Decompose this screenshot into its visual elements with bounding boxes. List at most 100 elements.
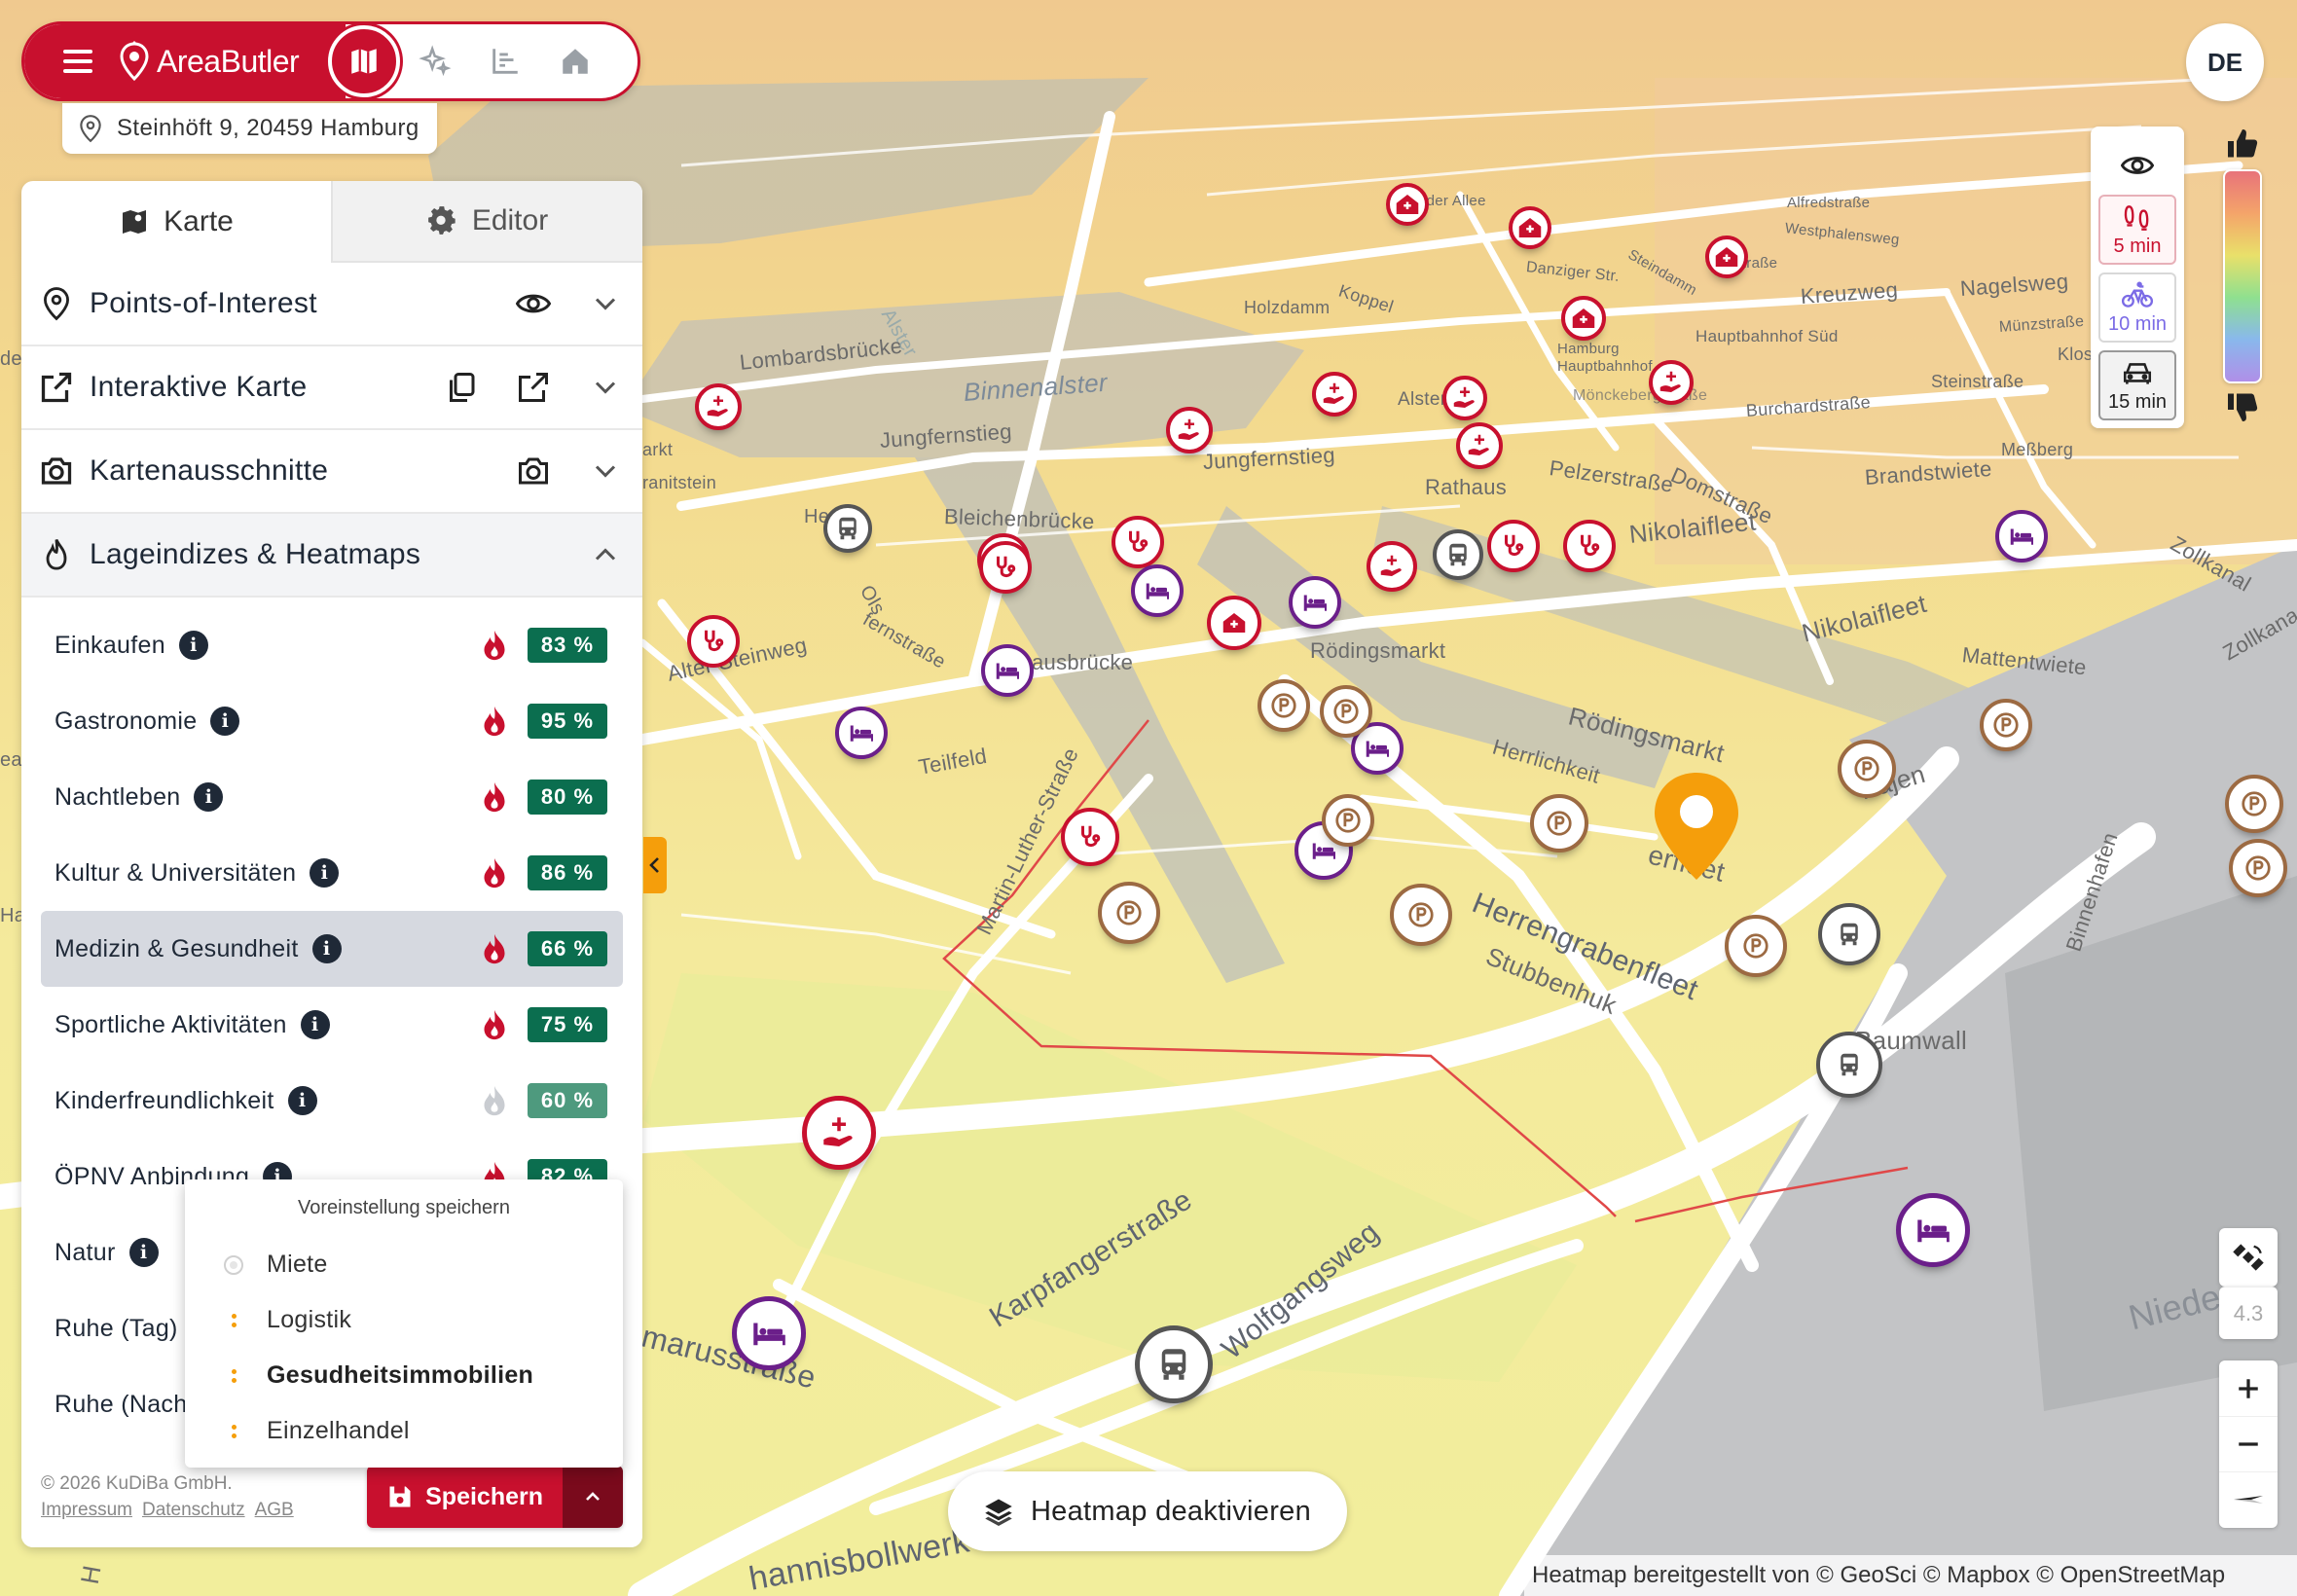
chevron-up-icon[interactable] [588, 537, 623, 572]
section-points-of-interest[interactable]: Points-of-Interest [21, 263, 642, 346]
poi-emergency-icon[interactable] [1561, 296, 1606, 341]
poi-parking-icon[interactable] [1098, 882, 1160, 944]
preset-option-logistik[interactable]: Logistik [224, 1292, 584, 1348]
poi-medical-icon[interactable] [802, 1096, 876, 1170]
ai-button[interactable] [400, 26, 470, 96]
poi-medical-icon[interactable] [1442, 376, 1487, 420]
poi-parking-icon[interactable] [1258, 679, 1310, 732]
poi-hotel-icon[interactable] [1995, 510, 2048, 562]
preset-option-miete[interactable]: Miete [224, 1237, 584, 1292]
poi-stethoscope-icon[interactable] [1112, 516, 1164, 568]
poi-parking-icon[interactable] [1980, 699, 2032, 751]
location-pin-icon[interactable] [1651, 769, 1742, 884]
flame-icon[interactable] [481, 856, 508, 889]
poi-bus-icon[interactable] [823, 504, 872, 553]
poi-emergency-icon[interactable] [1386, 183, 1429, 226]
info-icon[interactable]: i [178, 631, 208, 660]
index-row-kultur[interactable]: Kultur & Universitäten i 86 % [41, 835, 623, 911]
flame-icon[interactable] [481, 780, 508, 814]
language-button[interactable]: DE [2186, 23, 2264, 101]
poi-emergency-icon[interactable] [1509, 206, 1551, 249]
poi-parking-icon[interactable] [1725, 915, 1787, 977]
copy-icon[interactable] [444, 370, 479, 405]
impressum-link[interactable]: Impressum [41, 1500, 132, 1520]
info-icon[interactable]: i [194, 782, 224, 812]
poi-hotel-icon[interactable] [835, 707, 888, 759]
info-icon[interactable]: i [287, 1086, 317, 1115]
poi-medical-icon[interactable] [695, 383, 742, 430]
index-row-einkaufen[interactable]: Einkaufen i 83 % [41, 607, 623, 683]
info-icon[interactable]: i [311, 934, 342, 963]
poi-bus-icon[interactable] [1135, 1325, 1213, 1403]
poi-hotel-icon[interactable] [1289, 576, 1341, 629]
poi-parking-icon[interactable] [1530, 794, 1588, 852]
map-view-button[interactable] [328, 25, 400, 97]
index-row-sport[interactable]: Sportliche Aktivitäten i 75 % [41, 987, 623, 1063]
analysis-button[interactable] [470, 26, 540, 96]
info-icon[interactable]: i [128, 1238, 159, 1267]
poi-bus-icon[interactable] [1816, 1032, 1882, 1098]
poi-stethoscope-icon[interactable] [687, 615, 740, 668]
flame-icon[interactable] [481, 1084, 508, 1117]
poi-stethoscope-icon[interactable] [1061, 808, 1119, 866]
poi-medical-icon[interactable] [1367, 541, 1417, 592]
mode-bike[interactable]: 10 min [2098, 272, 2176, 343]
chevron-down-icon[interactable] [588, 370, 623, 405]
save-button[interactable]: Speichern [367, 1466, 563, 1528]
eye-icon[interactable] [516, 286, 551, 321]
flame-icon[interactable] [481, 1008, 508, 1041]
datenschutz-link[interactable]: Datenschutz [142, 1500, 245, 1520]
index-row-medizin[interactable]: Medizin & Gesundheit i 66 % [41, 911, 623, 987]
poi-parking-icon[interactable] [1320, 685, 1372, 738]
poi-stethoscope-icon[interactable] [979, 541, 1032, 594]
poi-hotel-icon[interactable] [981, 644, 1034, 697]
mode-car[interactable]: 15 min [2098, 350, 2176, 420]
poi-hotel-icon[interactable] [1131, 564, 1184, 617]
poi-medical-icon[interactable] [1649, 360, 1694, 405]
poi-medical-icon[interactable] [1166, 407, 1213, 453]
tab-editor[interactable]: Editor [331, 181, 642, 263]
info-icon[interactable]: i [210, 707, 240, 736]
mode-walk[interactable]: 5 min [2098, 195, 2176, 265]
chevron-down-icon[interactable] [588, 453, 623, 489]
flame-icon[interactable] [481, 932, 508, 965]
poi-parking-icon[interactable] [1322, 794, 1374, 847]
external-link-icon[interactable] [516, 370, 551, 405]
menu-icon[interactable] [63, 50, 92, 73]
collapse-panel-button[interactable] [643, 837, 667, 893]
home-button[interactable] [540, 26, 610, 96]
index-row-nachtleben[interactable]: Nachtleben i 80 % [41, 759, 623, 835]
agb-link[interactable]: AGB [255, 1500, 294, 1520]
address-chip[interactable]: Steinhöft 9, 20459 Hamburg [62, 103, 437, 154]
flame-icon[interactable] [481, 705, 508, 738]
save-options-button[interactable] [563, 1466, 623, 1528]
poi-emergency-icon[interactable] [1705, 236, 1748, 278]
poi-bus-icon[interactable] [1433, 529, 1483, 580]
poi-stethoscope-icon[interactable] [1487, 520, 1540, 572]
isochrone-toggle[interactable] [2098, 136, 2176, 195]
poi-bus-icon[interactable] [1818, 903, 1880, 965]
section-interaktive-karte[interactable]: Interaktive Karte [21, 346, 642, 430]
preset-option-einzelhandel[interactable]: Einzelhandel [224, 1403, 584, 1459]
zoom-out-button[interactable] [2219, 1417, 2278, 1472]
poi-hotel-icon[interactable] [1896, 1193, 1970, 1267]
chevron-down-icon[interactable] [588, 286, 623, 321]
info-icon[interactable]: i [300, 1010, 330, 1039]
heatmap-toggle-button[interactable]: Heatmap deaktivieren [948, 1471, 1347, 1551]
poi-parking-icon[interactable] [2229, 839, 2287, 897]
section-kartenausschnitte[interactable]: Kartenausschnitte [21, 430, 642, 514]
tab-karte[interactable]: Karte [21, 181, 331, 263]
poi-medical-icon[interactable] [1456, 422, 1503, 469]
poi-stethoscope-icon[interactable] [1563, 520, 1616, 572]
camera-icon[interactable] [516, 453, 551, 489]
poi-emergency-icon[interactable] [1207, 596, 1261, 650]
index-row-kinder[interactable]: Kinderfreundlichkeit i 60 % [41, 1063, 623, 1139]
poi-hotel-icon[interactable] [732, 1296, 806, 1370]
satellite-toggle[interactable] [2219, 1228, 2278, 1287]
index-row-gastronomie[interactable]: Gastronomie i 95 % [41, 683, 623, 759]
poi-medical-icon[interactable] [1312, 372, 1357, 417]
zoom-in-button[interactable] [2219, 1361, 2278, 1417]
info-icon[interactable]: i [310, 858, 340, 888]
poi-parking-icon[interactable] [1838, 740, 1896, 798]
poi-parking-icon[interactable] [2225, 775, 2283, 833]
